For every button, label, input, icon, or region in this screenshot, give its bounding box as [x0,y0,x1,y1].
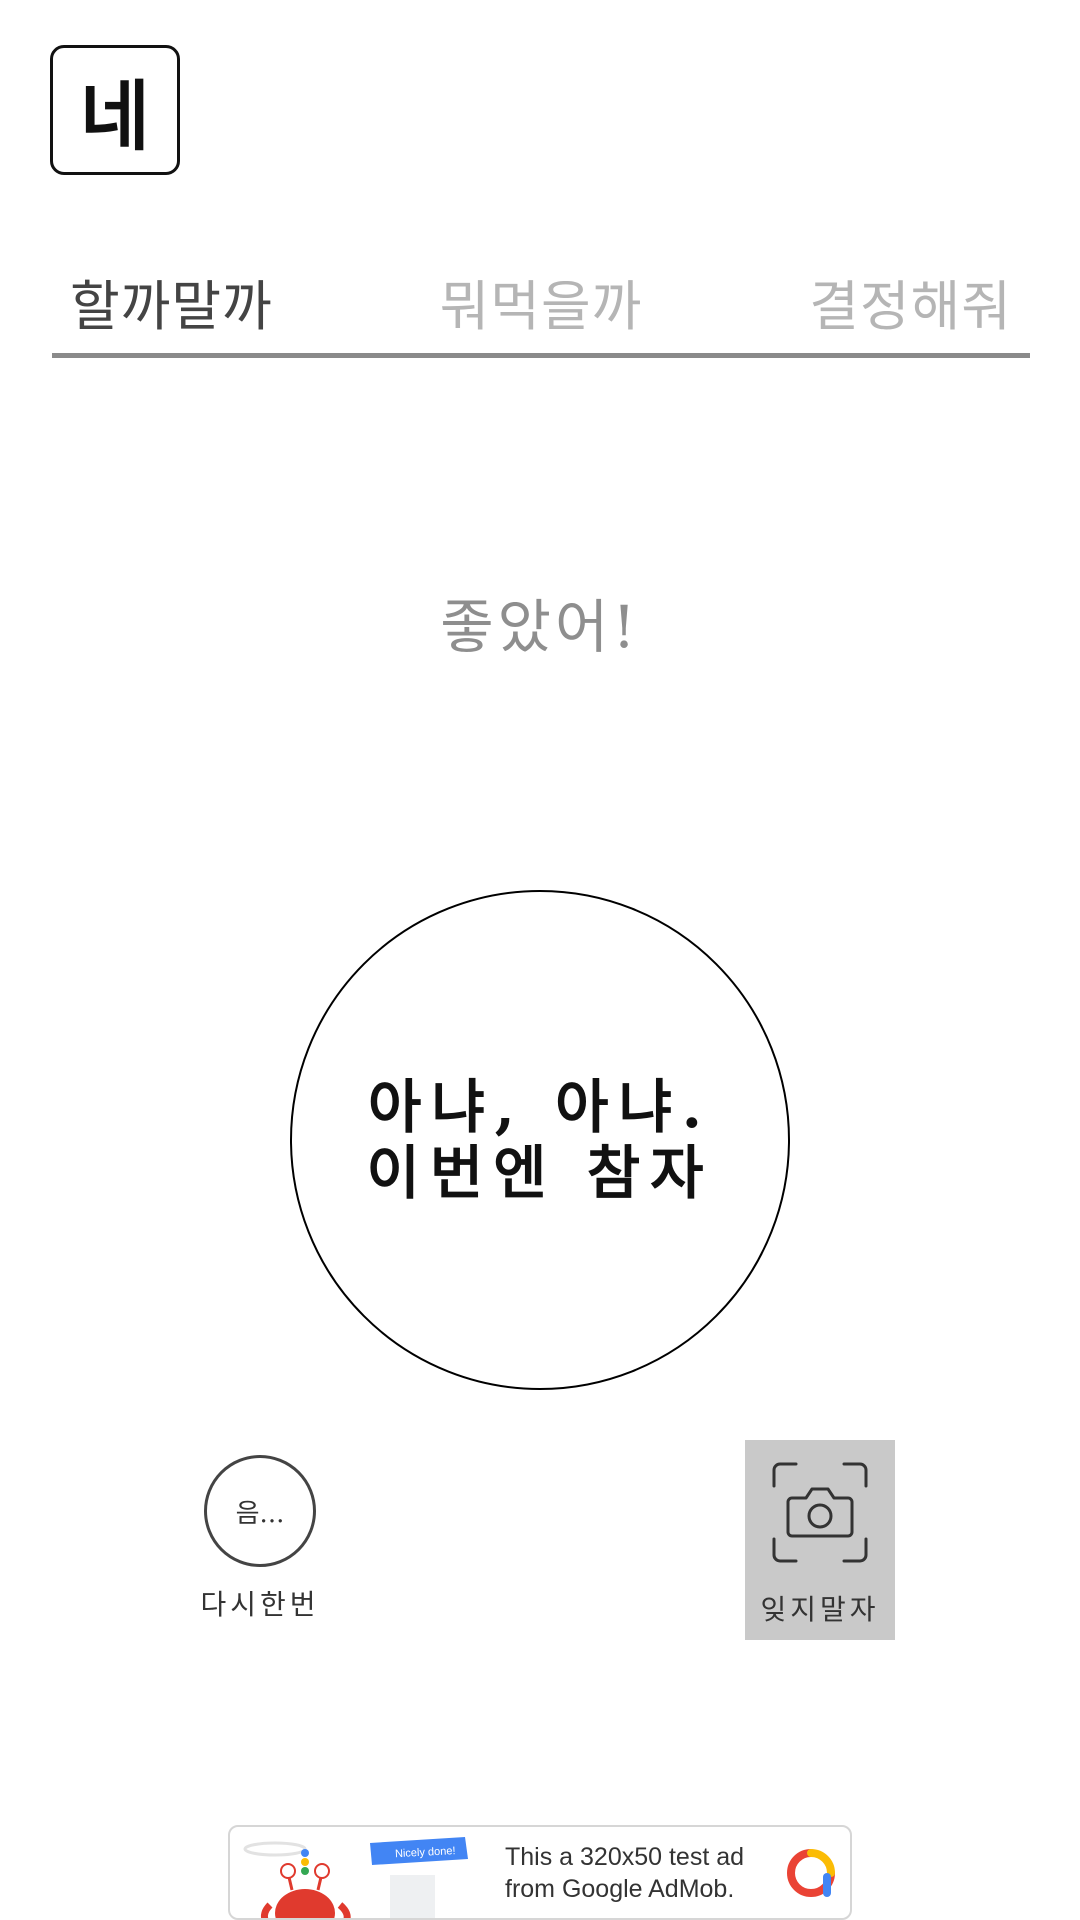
admob-logo-icon [787,1849,835,1897]
tab-mwo-meogeulkka[interactable]: 뭐먹을까 [440,262,643,341]
decision-circle-button[interactable]: 아냐, 아냐. 이번엔 참자 [290,890,790,1390]
capture-button[interactable]: 잊지말자 [745,1440,895,1640]
app-logo: 네 [50,45,180,175]
ad-banner[interactable]: Nicely done! This a 320x50 test ad from … [228,1825,852,1920]
retry-control: 음... 다시한번 [195,1455,325,1623]
decision-line-2: 이번엔 참자 [366,1139,714,1207]
camera-icon [772,1462,868,1563]
tab-bar: 할까말까 뭐먹을까 결정해줘 [52,250,1030,358]
ad-text-line-1: This a 320x50 test ad [505,1843,745,1871]
decision-line-1: 아냐, 아냐. [367,1073,713,1141]
capture-label: 잊지말자 [760,1593,880,1626]
ad-illustration: Nicely done! [243,1837,468,1918]
status-text: 좋았어! [440,593,640,661]
tab-halkka-malkka[interactable]: 할까말까 [70,262,273,341]
retry-button[interactable]: 음... [204,1455,316,1567]
ad-text: This a 320x50 test ad from Google AdMob. [505,1841,785,1905]
retry-label: 다시한번 [200,1588,320,1621]
tab-gyeoljeong-haejwo[interactable]: 결정해줘 [809,262,1012,341]
ad-text-line-2: from Google AdMob. [505,1875,735,1903]
